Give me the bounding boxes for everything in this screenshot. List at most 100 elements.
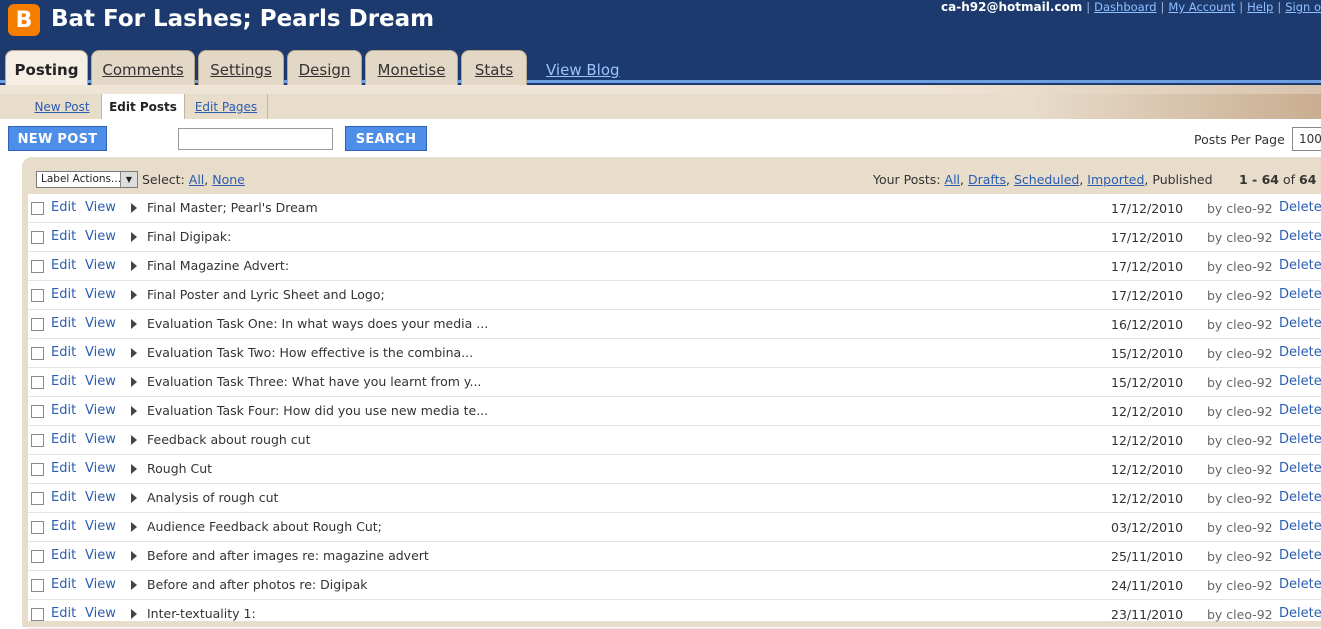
expand-triangle-icon[interactable] (131, 261, 137, 271)
delete-link[interactable]: Delete (1279, 519, 1321, 534)
tab-comments[interactable]: Comments (91, 50, 195, 85)
filter-scheduled-link[interactable]: Scheduled (1014, 172, 1079, 187)
edit-link[interactable]: Edit (51, 403, 76, 418)
expand-triangle-icon[interactable] (131, 377, 137, 387)
delete-link[interactable]: Delete (1279, 229, 1321, 244)
expand-triangle-icon[interactable] (131, 493, 137, 503)
post-checkbox[interactable] (31, 608, 44, 621)
expand-triangle-icon[interactable] (131, 319, 137, 329)
edit-link[interactable]: Edit (51, 287, 76, 302)
delete-link[interactable]: Delete (1279, 200, 1321, 215)
select-none-link[interactable]: None (212, 172, 245, 187)
view-link[interactable]: View (85, 461, 116, 476)
subtab-new-post[interactable]: New Post (23, 94, 102, 119)
view-link[interactable]: View (85, 490, 116, 505)
post-title[interactable]: Evaluation Task Four: How did you use ne… (147, 403, 488, 418)
view-link[interactable]: View (85, 229, 116, 244)
post-checkbox[interactable] (31, 550, 44, 563)
expand-triangle-icon[interactable] (131, 232, 137, 242)
delete-link[interactable]: Delete (1279, 345, 1321, 360)
subtab-edit-posts[interactable]: Edit Posts (102, 94, 185, 119)
delete-link[interactable]: Delete (1279, 577, 1321, 592)
post-checkbox[interactable] (31, 202, 44, 215)
post-checkbox[interactable] (31, 231, 44, 244)
edit-link[interactable]: Edit (51, 374, 76, 389)
delete-link[interactable]: Delete (1279, 287, 1321, 302)
edit-link[interactable]: Edit (51, 461, 76, 476)
post-checkbox[interactable] (31, 434, 44, 447)
view-link[interactable]: View (85, 577, 116, 592)
post-title[interactable]: Audience Feedback about Rough Cut; (147, 519, 382, 534)
view-link[interactable]: View (85, 200, 116, 215)
delete-link[interactable]: Delete (1279, 374, 1321, 389)
view-blog-link[interactable]: View Blog (546, 61, 620, 79)
view-link[interactable]: View (85, 519, 116, 534)
expand-triangle-icon[interactable] (131, 203, 137, 213)
sign-out-link[interactable]: Sign o (1285, 0, 1321, 14)
filter-drafts-link[interactable]: Drafts (968, 172, 1006, 187)
post-checkbox[interactable] (31, 289, 44, 302)
subtab-edit-pages[interactable]: Edit Pages (185, 94, 268, 119)
dashboard-link[interactable]: Dashboard (1094, 0, 1156, 14)
label-actions-dropdown[interactable]: Label Actions... ▼ (36, 171, 138, 188)
delete-link[interactable]: Delete (1279, 258, 1321, 273)
expand-triangle-icon[interactable] (131, 290, 137, 300)
expand-triangle-icon[interactable] (131, 406, 137, 416)
post-title[interactable]: Final Poster and Lyric Sheet and Logo; (147, 287, 385, 302)
help-link[interactable]: Help (1247, 0, 1273, 14)
blogger-logo-icon[interactable]: B (8, 4, 40, 36)
delete-link[interactable]: Delete (1279, 403, 1321, 418)
view-link[interactable]: View (85, 606, 116, 621)
edit-link[interactable]: Edit (51, 345, 76, 360)
expand-triangle-icon[interactable] (131, 464, 137, 474)
tab-design[interactable]: Design (287, 50, 362, 85)
edit-link[interactable]: Edit (51, 606, 76, 621)
post-checkbox[interactable] (31, 405, 44, 418)
post-checkbox[interactable] (31, 492, 44, 505)
post-title[interactable]: Evaluation Task One: In what ways does y… (147, 316, 488, 331)
delete-link[interactable]: Delete (1279, 461, 1321, 476)
view-link[interactable]: View (85, 345, 116, 360)
post-checkbox[interactable] (31, 463, 44, 476)
edit-link[interactable]: Edit (51, 490, 76, 505)
view-link[interactable]: View (85, 432, 116, 447)
post-checkbox[interactable] (31, 579, 44, 592)
select-all-link[interactable]: All (189, 172, 205, 187)
delete-link[interactable]: Delete (1279, 316, 1321, 331)
edit-link[interactable]: Edit (51, 577, 76, 592)
expand-triangle-icon[interactable] (131, 580, 137, 590)
post-title[interactable]: Final Master; Pearl's Dream (147, 200, 318, 215)
post-title[interactable]: Evaluation Task Three: What have you lea… (147, 374, 481, 389)
my-account-link[interactable]: My Account (1168, 0, 1235, 14)
post-checkbox[interactable] (31, 376, 44, 389)
view-link[interactable]: View (85, 287, 116, 302)
expand-triangle-icon[interactable] (131, 348, 137, 358)
edit-link[interactable]: Edit (51, 432, 76, 447)
edit-link[interactable]: Edit (51, 229, 76, 244)
tab-settings[interactable]: Settings (198, 50, 284, 85)
post-checkbox[interactable] (31, 260, 44, 273)
post-title[interactable]: Evaluation Task Two: How effective is th… (147, 345, 473, 360)
post-title[interactable]: Final Magazine Advert: (147, 258, 289, 273)
edit-link[interactable]: Edit (51, 258, 76, 273)
delete-link[interactable]: Delete (1279, 432, 1321, 447)
edit-link[interactable]: Edit (51, 316, 76, 331)
delete-link[interactable]: Delete (1279, 490, 1321, 505)
post-title[interactable]: Before and after photos re: Digipak (147, 577, 368, 592)
view-link[interactable]: View (85, 548, 116, 563)
post-title[interactable]: Final Digipak: (147, 229, 231, 244)
edit-link[interactable]: Edit (51, 548, 76, 563)
tab-posting[interactable]: Posting (5, 50, 88, 86)
post-checkbox[interactable] (31, 521, 44, 534)
expand-triangle-icon[interactable] (131, 551, 137, 561)
edit-link[interactable]: Edit (51, 519, 76, 534)
expand-triangle-icon[interactable] (131, 522, 137, 532)
post-checkbox[interactable] (31, 318, 44, 331)
post-checkbox[interactable] (31, 347, 44, 360)
filter-imported-link[interactable]: Imported (1087, 172, 1144, 187)
view-link[interactable]: View (85, 403, 116, 418)
delete-link[interactable]: Delete (1279, 548, 1321, 563)
tab-monetise[interactable]: Monetise (365, 50, 458, 85)
tab-stats[interactable]: Stats (461, 50, 527, 85)
search-input[interactable] (178, 128, 333, 150)
